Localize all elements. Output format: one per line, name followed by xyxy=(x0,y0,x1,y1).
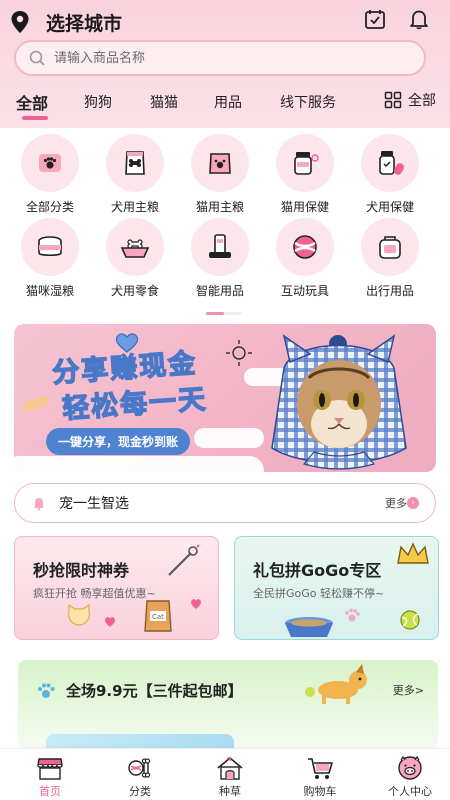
tab-dogs[interactable]: 狗狗 xyxy=(84,92,112,112)
banner-cta-pill[interactable]: 一键分享，现金秒到账 xyxy=(46,428,191,455)
header: 选择城市 全部 狗狗 猫猫 用品 线下服务 xyxy=(0,0,450,128)
search-icon xyxy=(29,50,45,66)
bottom-navigation: 首页 分类 种草 购物车 个人中心 xyxy=(0,748,450,800)
bundle-group-buy-title: 礼包拼GoGo专区 xyxy=(253,561,382,580)
featured-section-header[interactable]: 宠一生智选 更多 › xyxy=(14,483,436,523)
location-pin-icon xyxy=(11,11,29,33)
cloud-decoration xyxy=(14,456,264,472)
category-item-dog-food[interactable]: 犬用主粮 xyxy=(97,134,173,215)
category-ball-bone-icon xyxy=(128,758,151,778)
category-item-cat-food[interactable]: 猫用主粮 xyxy=(182,134,258,215)
tab-all[interactable]: 全部 xyxy=(16,90,49,120)
bell-icon[interactable] xyxy=(408,8,430,30)
shop-home-icon xyxy=(37,758,63,780)
nav-discover[interactable]: 种草 xyxy=(194,755,266,799)
nav-label: 分类 xyxy=(129,785,151,798)
category-item-dog-health[interactable]: 犬用保健 xyxy=(352,134,428,215)
cat-wand-toy-icon xyxy=(168,544,200,576)
bell-small-icon xyxy=(34,498,44,511)
pet-bowl-icon xyxy=(285,617,333,637)
smart-feeder-icon xyxy=(209,234,231,258)
svg-text:Cat: Cat xyxy=(152,613,164,621)
cat-head-outline-icon xyxy=(68,603,90,626)
grid-icon xyxy=(384,91,402,109)
cloud-decoration xyxy=(194,428,264,448)
nav-label: 购物车 xyxy=(303,785,337,798)
bundle-group-buy-subtitle: 全民拼GoGo 轻松赚不停~ xyxy=(253,587,385,600)
pet-house-icon xyxy=(217,756,243,780)
dog-food-bag-icon xyxy=(125,151,145,175)
tennis-ball-icon xyxy=(400,610,420,630)
dog-playing-icon xyxy=(305,664,367,704)
medicine-bottle-icon xyxy=(379,151,404,175)
treat-bowl-icon xyxy=(120,239,150,258)
cart-icon xyxy=(308,758,333,779)
category-label: 犬用主粮 xyxy=(110,200,159,214)
tab-supplies[interactable]: 用品 xyxy=(214,92,242,112)
paw-box-icon xyxy=(39,154,61,172)
category-label: 出行用品 xyxy=(365,284,414,298)
search-bar[interactable] xyxy=(14,40,426,76)
heart-small-icon xyxy=(105,617,115,627)
nav-category[interactable]: 分类 xyxy=(104,755,176,799)
paw-icon xyxy=(345,608,360,622)
nav-label: 首页 xyxy=(39,785,61,798)
category-item-all[interactable]: 全部分类 xyxy=(12,134,88,215)
crown-icon xyxy=(397,542,429,564)
category-label: 犬用零食 xyxy=(110,284,159,298)
tab-offline-service[interactable]: 线下服务 xyxy=(280,92,336,112)
category-item-cat-health[interactable]: 猫用保健 xyxy=(267,134,343,215)
category-item-smart-products[interactable]: 智能用品 xyxy=(182,218,258,299)
nine-nine-promo-section[interactable]: 全场9.9元【三件起包邮】 更多> xyxy=(18,660,438,750)
calendar-check-icon[interactable] xyxy=(364,8,386,30)
bundle-group-buy-card[interactable]: 礼包拼GoGo专区 全民拼GoGo 轻松赚不停~ xyxy=(234,536,439,640)
nav-label: 个人中心 xyxy=(388,785,432,798)
category-item-travel-gear[interactable]: 出行用品 xyxy=(352,218,428,299)
category-tabs: 全部 狗狗 猫猫 用品 线下服务 全部 xyxy=(0,88,450,120)
pig-face-icon xyxy=(398,755,422,780)
nav-cart[interactable]: 购物车 xyxy=(284,755,356,799)
featured-more-link[interactable]: 更多 xyxy=(385,495,407,511)
sparkle-icon xyxy=(226,340,252,366)
pet-carrier-icon xyxy=(379,236,401,259)
category-item-wet-food[interactable]: 猫咪湿粮 xyxy=(12,218,88,299)
cat-photo xyxy=(271,334,407,470)
nav-label: 种草 xyxy=(219,785,241,798)
city-selector-label[interactable]: 选择城市 xyxy=(46,9,122,36)
category-label: 猫咪湿粮 xyxy=(25,284,74,298)
search-input[interactable] xyxy=(54,50,394,66)
pagination-indicator xyxy=(206,312,242,315)
category-item-dog-treats[interactable]: 犬用零食 xyxy=(97,218,173,299)
category-label: 智能用品 xyxy=(195,284,244,298)
all-categories-button[interactable]: 全部 xyxy=(384,90,436,110)
featured-section-title: 宠一生智选 xyxy=(59,496,129,512)
canned-food-icon xyxy=(38,236,62,257)
chevron-right-icon: › xyxy=(407,497,419,509)
flash-coupon-card[interactable]: 秒抢限时神券 疯狂开抢 畅享超值优惠~ Cat xyxy=(14,536,219,640)
category-item-interactive-toys[interactable]: 互动玩具 xyxy=(267,218,343,299)
supplement-jar-icon xyxy=(294,152,319,175)
category-label: 全部分类 xyxy=(25,200,74,214)
category-label: 猫用主粮 xyxy=(195,200,244,214)
paw-icon xyxy=(38,683,55,698)
category-label: 互动玩具 xyxy=(280,284,329,298)
tab-cats[interactable]: 猫猫 xyxy=(150,92,178,112)
nav-profile[interactable]: 个人中心 xyxy=(374,755,446,799)
ball-toy-icon xyxy=(293,235,317,259)
all-categories-label: 全部 xyxy=(408,93,436,109)
food-bag-icon: Cat xyxy=(144,600,172,632)
heart-small-icon xyxy=(191,599,201,609)
promo-title: 全场9.9元【三件起包邮】 xyxy=(66,682,243,700)
category-label: 猫用保健 xyxy=(280,200,329,214)
bandage-icon xyxy=(23,396,49,412)
flash-coupon-title: 秒抢限时神券 xyxy=(33,561,130,580)
promo-more-link[interactable]: 更多> xyxy=(393,682,424,698)
location-row[interactable]: 选择城市 xyxy=(10,8,440,36)
share-earn-banner[interactable]: 分享赚现金 轻松每一天 一键分享，现金秒到账 xyxy=(14,324,436,472)
flash-coupon-subtitle: 疯狂开抢 畅享超值优惠~ xyxy=(33,587,156,600)
category-label: 犬用保健 xyxy=(365,200,414,214)
cat-food-bag-icon xyxy=(209,153,231,174)
nav-home[interactable]: 首页 xyxy=(14,755,86,799)
